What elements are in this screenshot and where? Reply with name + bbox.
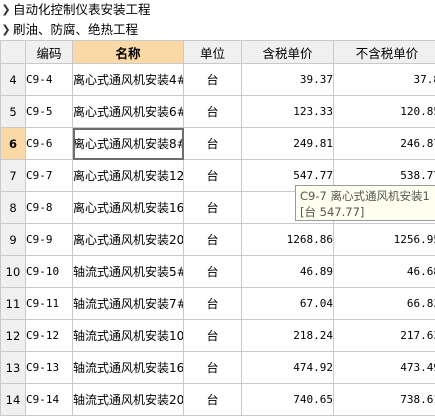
cell-name[interactable]: 离心式通风机安装4# <box>72 63 184 96</box>
cell-price-tax[interactable]: 249.81 <box>241 127 334 160</box>
cell-code[interactable]: C9-9 <box>25 223 73 256</box>
cell-unit[interactable]: 台 <box>183 319 242 352</box>
cell-unit[interactable]: 台 <box>183 223 242 256</box>
cell-unit[interactable]: 台 <box>183 287 242 320</box>
cell-unit[interactable]: 台 <box>183 383 242 416</box>
row-number[interactable]: 10 <box>0 255 26 288</box>
column-header-name[interactable]: 名称 <box>72 40 184 64</box>
tree-item-instrument[interactable]: ❯ 自动化控制仪表安装工程 <box>0 0 435 20</box>
cell-price-notax[interactable]: 46.68 <box>333 255 435 288</box>
cell-price-tax[interactable]: 67.04 <box>241 287 334 320</box>
row-number[interactable]: 8 <box>0 191 26 224</box>
cell-name[interactable]: 轴流式通风机安装16# <box>72 351 184 384</box>
cell-price-tax[interactable]: 218.24 <box>241 319 334 352</box>
cell-name[interactable]: 轴流式通风机安装5# <box>72 255 184 288</box>
cell-code[interactable]: C9-12 <box>25 319 73 352</box>
cell-code[interactable]: C9-10 <box>25 255 73 288</box>
cell-price-notax[interactable]: 246.87 <box>333 127 435 160</box>
cell-name[interactable]: 离心式通风机安装16# <box>72 191 184 224</box>
table-row[interactable]: 6C9-6离心式通风机安装8#台249.81246.87 <box>0 127 435 160</box>
table-row[interactable]: 9C9-9离心式通风机安装20#台1268.861256.95 <box>0 223 435 256</box>
cell-name[interactable]: 离心式通风机安装6# <box>72 95 184 128</box>
cell-price-tax[interactable]: 46.89 <box>241 255 334 288</box>
cell-unit[interactable]: 台 <box>183 351 242 384</box>
cell-name[interactable]: 轴流式通风机安装7# <box>72 287 184 320</box>
row-number[interactable]: 5 <box>0 95 26 128</box>
quota-table: 编码 名称 单位 含税单价 不含税单价 4 C9-4 离心式通风机安装4# 台 39.3… <box>0 40 435 416</box>
cell-price-tax[interactable]: 474.92 <box>241 351 334 384</box>
row-number[interactable]: 13 <box>0 351 26 384</box>
column-header-code[interactable]: 编码 <box>25 40 73 64</box>
column-header-unit[interactable]: 单位 <box>183 40 242 64</box>
cell-unit[interactable]: 台 <box>183 63 242 96</box>
table-row[interactable]: 11C9-11轴流式通风机安装7#台67.0466.83 <box>0 287 435 320</box>
row-number[interactable]: 4 <box>0 63 26 96</box>
cell-price-notax[interactable]: 217.63 <box>333 319 435 352</box>
cell-name[interactable]: 离心式通风机安装20# <box>72 223 184 256</box>
cell-code[interactable]: C9-5 <box>25 95 73 128</box>
column-header-price-notax[interactable]: 不含税单价 <box>333 40 435 64</box>
cell-code[interactable]: C9-7 <box>25 159 73 192</box>
table-row[interactable]: 10C9-10轴流式通风机安装5#台46.8946.68 <box>0 255 435 288</box>
tree-item-label: 自动化控制仪表安装工程 <box>13 2 151 17</box>
cell-unit[interactable]: 台 <box>183 95 242 128</box>
cell-unit[interactable]: 台 <box>183 191 242 224</box>
cell-name[interactable]: 轴流式通风机安装10# <box>72 319 184 352</box>
chevron-right-icon[interactable]: ❯ <box>1 0 11 20</box>
cell-code[interactable]: C9-11 <box>25 287 73 320</box>
cell-price-notax[interactable]: 37.8 <box>333 63 435 96</box>
cell-price-tax[interactable]: 39.37 <box>241 63 334 96</box>
cell-price-notax[interactable]: 738.61 <box>333 383 435 416</box>
cell-price-tax[interactable]: 740.65 <box>241 383 334 416</box>
row-number[interactable]: 14 <box>0 383 26 416</box>
row-number[interactable]: 12 <box>0 319 26 352</box>
row-number[interactable]: 11 <box>0 287 26 320</box>
cell-name[interactable]: 轴流式通风机安装20# <box>72 383 184 416</box>
header-corner <box>0 40 26 64</box>
table-header: 编码 名称 单位 含税单价 不含税单价 <box>0 40 435 64</box>
row-number[interactable]: 6 <box>0 127 26 160</box>
cell-unit[interactable]: 台 <box>183 159 242 192</box>
cell-code[interactable]: C9-6 <box>25 127 73 160</box>
cell-price-tax[interactable]: 1268.86 <box>241 223 334 256</box>
tooltip-detail: [台 547.77] <box>300 205 365 219</box>
category-tree: ❯ 自动化控制仪表安装工程 ❯ 刷油、防腐、绝热工程 <box>0 0 435 40</box>
cell-unit[interactable]: 台 <box>183 127 242 160</box>
cell-price-notax[interactable]: 1256.95 <box>333 223 435 256</box>
row-tooltip: C9-7 离心式通风机安装1 [台 547.77] <box>295 185 435 221</box>
cell-price-tax[interactable]: 123.33 <box>241 95 334 128</box>
cell-code[interactable]: C9-14 <box>25 383 73 416</box>
table-row[interactable]: 13C9-13轴流式通风机安装16#台474.92473.49 <box>0 351 435 384</box>
cell-name[interactable]: 离心式通风机安装8# <box>72 127 184 160</box>
row-number[interactable]: 9 <box>0 223 26 256</box>
column-header-price-tax[interactable]: 含税单价 <box>241 40 334 64</box>
tooltip-title: C9-7 离心式通风机安装1 <box>300 189 430 203</box>
cell-price-notax[interactable]: 473.49 <box>333 351 435 384</box>
table-row[interactable]: 14C9-14轴流式通风机安装20#台740.65738.61 <box>0 383 435 416</box>
cell-price-notax[interactable]: 66.83 <box>333 287 435 320</box>
cell-code[interactable]: C9-4 <box>25 63 73 96</box>
cell-code[interactable]: C9-8 <box>25 191 73 224</box>
cell-name[interactable]: 离心式通风机安装12# <box>72 159 184 192</box>
chevron-right-icon[interactable]: ❯ <box>1 20 11 40</box>
table-row[interactable]: 4C9-4离心式通风机安装4#台39.3737.8 <box>0 63 435 96</box>
tree-item-label: 刷油、防腐、绝热工程 <box>13 22 139 37</box>
row-number[interactable]: 7 <box>0 159 26 192</box>
cell-code[interactable]: C9-13 <box>25 351 73 384</box>
cell-unit[interactable]: 台 <box>183 255 242 288</box>
cell-price-notax[interactable]: 120.85 <box>333 95 435 128</box>
tree-item-painting[interactable]: ❯ 刷油、防腐、绝热工程 <box>0 20 435 40</box>
table-row[interactable]: 5C9-5离心式通风机安装6#台123.33120.85 <box>0 95 435 128</box>
table-row[interactable]: 12C9-12轴流式通风机安装10#台218.24217.63 <box>0 319 435 352</box>
